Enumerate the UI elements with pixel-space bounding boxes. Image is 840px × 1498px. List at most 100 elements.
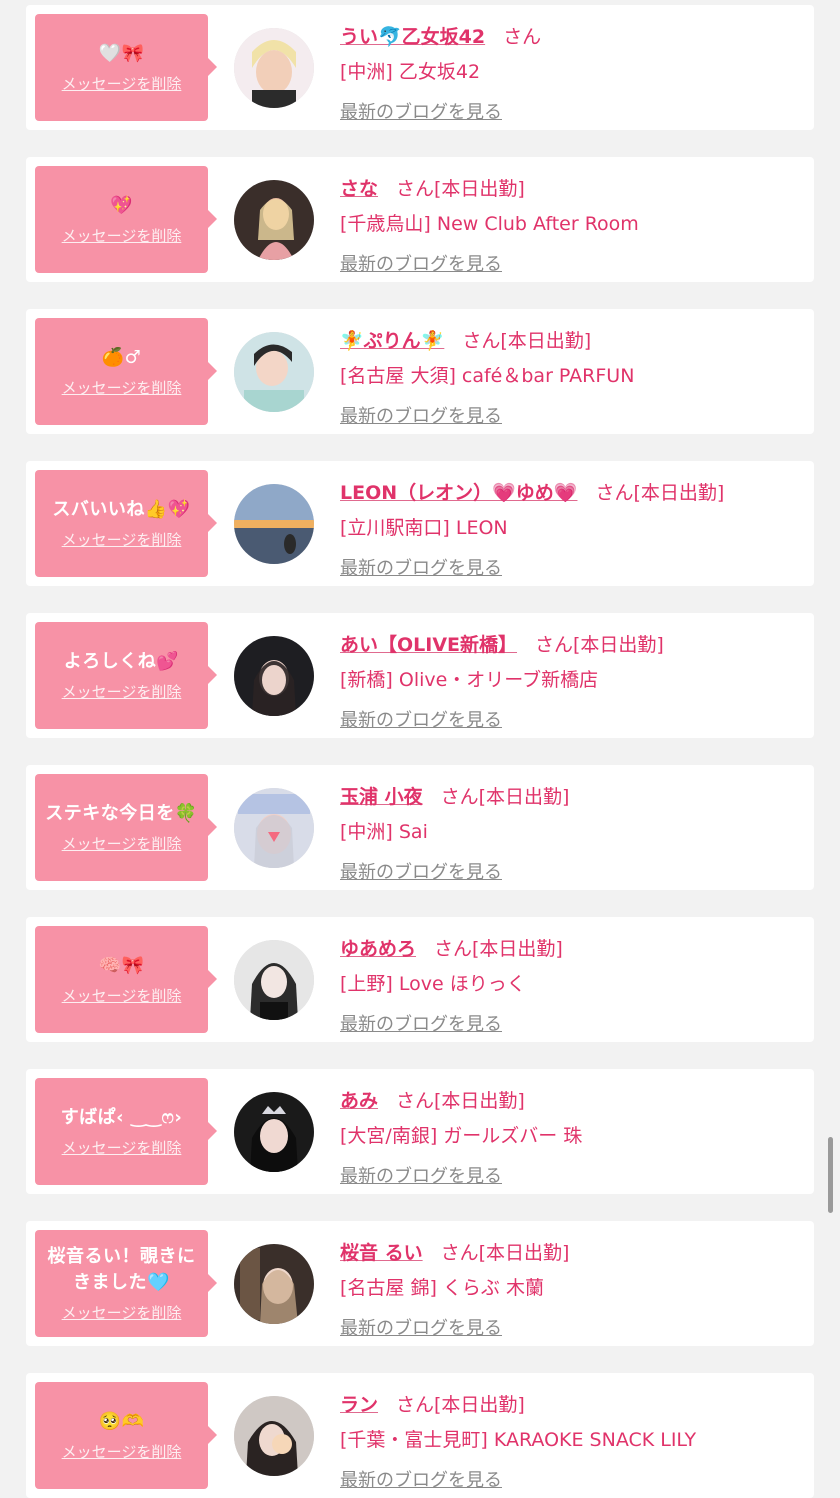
message-text: 🤍🎀 (98, 43, 145, 64)
avatar[interactable] (234, 636, 314, 716)
latest-blog-link[interactable]: 最新のブログを見る (340, 402, 502, 428)
message-card: よろしくね💕 メッセージを削除 あい【OLIVE新橋】 さん[本日出勤] [新橋… (26, 613, 814, 738)
delete-message-link[interactable]: メッセージを削除 (62, 681, 182, 702)
delete-message-link[interactable]: メッセージを削除 (62, 225, 182, 246)
user-name-link[interactable]: LEON（レオン）💗ゆめ💗 (340, 478, 577, 505)
shop-name: [名古屋 大須] café＆bar PARFUN (340, 365, 635, 387)
message-text: すばぱ‹ ‿‿ෆ› (60, 1107, 183, 1128)
message-card: 🧠🎀 メッセージを削除 ゆあめろ さん[本日出勤] [上野] Love ほりっく… (26, 917, 814, 1042)
message-bubble: すばぱ‹ ‿‿ෆ› メッセージを削除 (35, 1078, 217, 1185)
shop-name: [千葉・富士見町] KARAOKE SNACK LILY (340, 1429, 697, 1451)
shop-name: [大宮/南銀] ガールズバー 珠 (340, 1125, 583, 1147)
scrollbar[interactable] (828, 1137, 833, 1213)
user-suffix: さん (503, 26, 542, 48)
latest-blog-link[interactable]: 最新のブログを見る (340, 706, 502, 732)
message-bubble: 💖 メッセージを削除 (35, 166, 217, 273)
message-text: 🥺🫶 (98, 1411, 145, 1432)
avatar[interactable] (234, 788, 314, 868)
message-text: ステキな今日を🍀 (45, 803, 198, 824)
user-suffix: さん[本日出勤] (396, 1090, 525, 1112)
shop-name: [中洲] 乙女坂42 (340, 61, 481, 83)
user-name-link[interactable]: さな (340, 174, 378, 201)
delete-message-link[interactable]: メッセージを削除 (62, 985, 182, 1006)
avatar[interactable] (234, 332, 314, 412)
message-text: スバいいね👍💖 (52, 499, 191, 520)
message-text: 🍊♂ (101, 347, 142, 368)
card-info: LEON（レオン）💗ゆめ💗 さん[本日出勤] [立川駅南口] LEON 最新のブ… (340, 471, 802, 580)
user-name-link[interactable]: 桜音 るい (340, 1238, 423, 1265)
message-bubble: 🥺🫶 メッセージを削除 (35, 1382, 217, 1489)
card-info: あみ さん[本日出勤] [大宮/南銀] ガールズバー 珠 最新のブログを見る (340, 1079, 802, 1188)
message-bubble: 桜音るい！覗きにきました🩵 メッセージを削除 (35, 1230, 217, 1337)
user-name-link[interactable]: ゆあめろ (340, 934, 416, 961)
delete-message-link[interactable]: メッセージを削除 (62, 529, 182, 550)
user-suffix: さん[本日出勤] (434, 938, 563, 960)
card-info: 桜音 るい さん[本日出勤] [名古屋 錦] くらぶ 木蘭 最新のブログを見る (340, 1231, 802, 1340)
user-suffix: さん[本日出勤] (440, 1242, 570, 1264)
latest-blog-link[interactable]: 最新のブログを見る (340, 554, 502, 580)
avatar[interactable] (234, 484, 314, 564)
message-card: 🤍🎀 メッセージを削除 うい🐬乙女坂42 さん [中洲] 乙女坂42 最新のブロ… (26, 5, 814, 130)
message-text: 💖 (110, 195, 133, 216)
shop-name: [上野] Love ほりっく (340, 973, 526, 995)
delete-message-link[interactable]: メッセージを削除 (62, 377, 182, 398)
card-info: 玉浦 小夜 さん[本日出勤] [中洲] Sai 最新のブログを見る (340, 775, 802, 884)
message-bubble: 🧠🎀 メッセージを削除 (35, 926, 217, 1033)
avatar[interactable] (234, 1244, 314, 1324)
latest-blog-link[interactable]: 最新のブログを見る (340, 98, 502, 124)
shop-name: [千歳烏山] New Club After Room (340, 213, 639, 235)
delete-message-link[interactable]: メッセージを削除 (62, 73, 182, 94)
message-card: 💖 メッセージを削除 さな さん[本日出勤] [千歳烏山] New Club A… (26, 157, 814, 282)
avatar[interactable] (234, 28, 314, 108)
message-text: よろしくね💕 (63, 651, 180, 672)
user-suffix: さん[本日出勤] (396, 178, 525, 200)
latest-blog-link[interactable]: 最新のブログを見る (340, 1314, 502, 1340)
latest-blog-link[interactable]: 最新のブログを見る (340, 1466, 502, 1492)
message-bubble: 🍊♂ メッセージを削除 (35, 318, 217, 425)
delete-message-link[interactable]: メッセージを削除 (62, 833, 182, 854)
user-name-link[interactable]: あい【OLIVE新橋】 (340, 630, 517, 657)
shop-name: [立川駅南口] LEON (340, 517, 508, 539)
user-suffix: さん[本日出勤] (462, 330, 592, 352)
latest-blog-link[interactable]: 最新のブログを見る (340, 858, 502, 884)
message-card: 🥺🫶 メッセージを削除 ラン さん[本日出勤] [千葉・富士見町] KARAOK… (26, 1373, 814, 1498)
message-card: スバいいね👍💖 メッセージを削除 LEON（レオン）💗ゆめ💗 さん[本日出勤] … (26, 461, 814, 586)
delete-message-link[interactable]: メッセージを削除 (62, 1441, 182, 1462)
avatar[interactable] (234, 940, 314, 1020)
message-card: ステキな今日を🍀 メッセージを削除 玉浦 小夜 さん[本日出勤] [中洲] Sa… (26, 765, 814, 890)
latest-blog-link[interactable]: 最新のブログを見る (340, 1162, 502, 1188)
message-bubble: よろしくね💕 メッセージを削除 (35, 622, 217, 729)
latest-blog-link[interactable]: 最新のブログを見る (340, 1010, 502, 1036)
avatar[interactable] (234, 1092, 314, 1172)
user-suffix: さん[本日出勤] (535, 634, 664, 656)
card-info: うい🐬乙女坂42 さん [中洲] 乙女坂42 最新のブログを見る (340, 15, 802, 124)
message-text: 桜音るい！覗きにきました🩵 (47, 1246, 196, 1293)
shop-name: [中洲] Sai (340, 821, 428, 843)
avatar[interactable] (234, 180, 314, 260)
card-info: さな さん[本日出勤] [千歳烏山] New Club After Room 最… (340, 167, 802, 276)
user-suffix: さん[本日出勤] (595, 482, 725, 504)
message-bubble: 🤍🎀 メッセージを削除 (35, 14, 217, 121)
message-bubble: スバいいね👍💖 メッセージを削除 (35, 470, 217, 577)
user-name-link[interactable]: 🧚ぷりん🧚 (340, 326, 444, 353)
message-text: 🧠🎀 (98, 955, 145, 976)
user-name-link[interactable]: ラン (340, 1390, 378, 1417)
card-info: 🧚ぷりん🧚 さん[本日出勤] [名古屋 大須] café＆bar PARFUN … (340, 319, 802, 428)
latest-blog-link[interactable]: 最新のブログを見る (340, 250, 502, 276)
message-bubble: ステキな今日を🍀 メッセージを削除 (35, 774, 217, 881)
card-info: ラン さん[本日出勤] [千葉・富士見町] KARAOKE SNACK LILY… (340, 1383, 802, 1492)
message-card: すばぱ‹ ‿‿ෆ› メッセージを削除 あみ さん[本日出勤] [大宮/南銀] ガ… (26, 1069, 814, 1194)
user-suffix: さん[本日出勤] (396, 1394, 525, 1416)
card-info: ゆあめろ さん[本日出勤] [上野] Love ほりっく 最新のブログを見る (340, 927, 802, 1036)
shop-name: [新橋] Olive・オリーブ新橋店 (340, 669, 599, 691)
card-info: あい【OLIVE新橋】 さん[本日出勤] [新橋] Olive・オリーブ新橋店 … (340, 623, 802, 732)
delete-message-link[interactable]: メッセージを削除 (62, 1137, 182, 1158)
user-name-link[interactable]: あみ (340, 1086, 378, 1113)
avatar[interactable] (234, 1396, 314, 1476)
message-card: 桜音るい！覗きにきました🩵 メッセージを削除 桜音 るい さん[本日出勤] [名… (26, 1221, 814, 1346)
message-card: 🍊♂ メッセージを削除 🧚ぷりん🧚 さん[本日出勤] [名古屋 大須] café… (26, 309, 814, 434)
shop-name: [名古屋 錦] くらぶ 木蘭 (340, 1277, 544, 1299)
user-name-link[interactable]: 玉浦 小夜 (340, 782, 423, 809)
user-name-link[interactable]: うい🐬乙女坂42 (340, 22, 485, 49)
delete-message-link[interactable]: メッセージを削除 (62, 1302, 182, 1323)
